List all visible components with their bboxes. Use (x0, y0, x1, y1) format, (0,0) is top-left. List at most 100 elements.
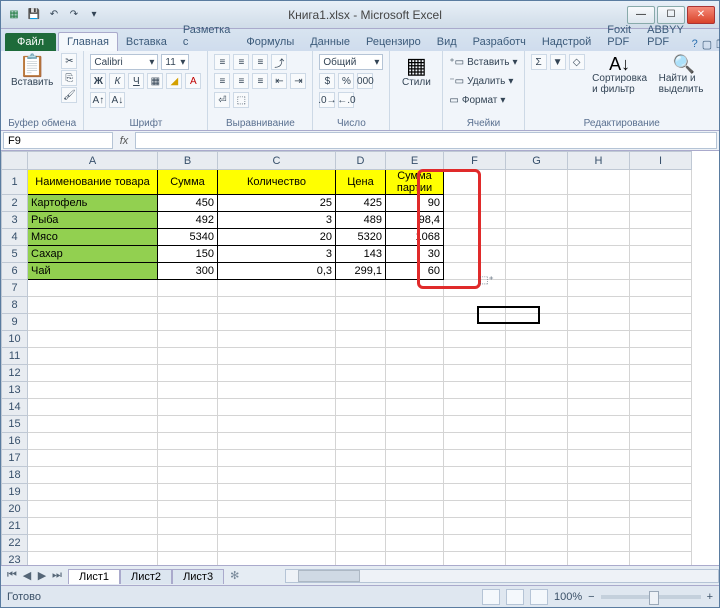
cell-G16[interactable] (506, 433, 568, 450)
cell-I15[interactable] (630, 416, 692, 433)
cell-B9[interactable] (158, 314, 218, 331)
cell-H4[interactable] (568, 229, 630, 246)
cell-A2[interactable]: Картофель (28, 195, 158, 212)
minimize-ribbon-icon[interactable]: ▢ (702, 38, 712, 51)
row-header-3[interactable]: 3 (2, 212, 28, 229)
row-header-7[interactable]: 7 (2, 280, 28, 297)
align-center-icon[interactable]: ≡ (233, 73, 249, 89)
cell-G23[interactable] (506, 552, 568, 566)
delete-cells-button[interactable]: ⁻▭Удалить▾ (449, 72, 517, 90)
cell-F2[interactable] (444, 195, 506, 212)
cell-D15[interactable] (336, 416, 386, 433)
cell-F4[interactable] (444, 229, 506, 246)
align-right-icon[interactable]: ≡ (252, 73, 268, 89)
font-color-icon[interactable]: A (185, 73, 201, 89)
tab-dev[interactable]: Разработч (465, 33, 534, 51)
cell-G21[interactable] (506, 518, 568, 535)
cell-E18[interactable] (386, 467, 444, 484)
cell-D1[interactable]: Цена (336, 170, 386, 195)
styles-button[interactable]: ▦Стили (396, 53, 436, 90)
cell-C13[interactable] (218, 382, 336, 399)
row-header-4[interactable]: 4 (2, 229, 28, 246)
cell-C19[interactable] (218, 484, 336, 501)
formula-input[interactable] (135, 132, 717, 149)
cell-F16[interactable] (444, 433, 506, 450)
cell-H18[interactable] (568, 467, 630, 484)
row-header-6[interactable]: 6 (2, 263, 28, 280)
cell-A19[interactable] (28, 484, 158, 501)
cell-D22[interactable] (336, 535, 386, 552)
border-icon[interactable]: ▦ (147, 73, 163, 89)
cell-B17[interactable] (158, 450, 218, 467)
zoom-out-icon[interactable]: − (588, 591, 594, 603)
cell-D23[interactable] (336, 552, 386, 566)
cell-E22[interactable] (386, 535, 444, 552)
row-header-8[interactable]: 8 (2, 297, 28, 314)
cell-A1[interactable]: Наименование товара (28, 170, 158, 195)
cell-F23[interactable] (444, 552, 506, 566)
cell-H7[interactable] (568, 280, 630, 297)
cell-H21[interactable] (568, 518, 630, 535)
undo-icon[interactable]: ↶ (45, 6, 63, 24)
zoom-slider[interactable] (601, 595, 701, 599)
cell-H13[interactable] (568, 382, 630, 399)
cell-A12[interactable] (28, 365, 158, 382)
sheet-tab-3[interactable]: Лист3 (172, 569, 224, 584)
select-all[interactable] (2, 152, 28, 170)
sheet-nav-last-icon[interactable]: ⏭ (50, 569, 64, 582)
cell-D20[interactable] (336, 501, 386, 518)
cell-C2[interactable]: 25 (218, 195, 336, 212)
horizontal-scrollbar[interactable] (285, 569, 719, 583)
cell-E2[interactable]: 90 (386, 195, 444, 212)
cell-F6[interactable] (444, 263, 506, 280)
cell-B4[interactable]: 5340 (158, 229, 218, 246)
align-left-icon[interactable]: ≡ (214, 73, 230, 89)
cell-F5[interactable] (444, 246, 506, 263)
cell-H10[interactable] (568, 331, 630, 348)
cell-C7[interactable] (218, 280, 336, 297)
cell-A13[interactable] (28, 382, 158, 399)
normal-view-icon[interactable] (482, 589, 500, 605)
cell-F17[interactable] (444, 450, 506, 467)
col-header-E[interactable]: E (386, 152, 444, 170)
zoom-level[interactable]: 100% (554, 591, 582, 603)
cell-B20[interactable] (158, 501, 218, 518)
cell-F21[interactable] (444, 518, 506, 535)
underline-icon[interactable]: Ч (128, 73, 144, 89)
format-painter-icon[interactable]: 🖌 (61, 87, 77, 103)
cell-E5[interactable]: 30 (386, 246, 444, 263)
row-header-23[interactable]: 23 (2, 552, 28, 566)
cell-H20[interactable] (568, 501, 630, 518)
cell-C16[interactable] (218, 433, 336, 450)
cell-C8[interactable] (218, 297, 336, 314)
cell-C22[interactable] (218, 535, 336, 552)
cell-F7[interactable] (444, 280, 506, 297)
tab-review[interactable]: Рецензиро (358, 33, 429, 51)
cell-H22[interactable] (568, 535, 630, 552)
cell-B6[interactable]: 300 (158, 263, 218, 280)
row-header-11[interactable]: 11 (2, 348, 28, 365)
italic-icon[interactable]: К (109, 73, 125, 89)
cell-C18[interactable] (218, 467, 336, 484)
tab-home[interactable]: Главная (58, 32, 118, 51)
row-header-2[interactable]: 2 (2, 195, 28, 212)
cell-I23[interactable] (630, 552, 692, 566)
col-header-D[interactable]: D (336, 152, 386, 170)
cell-H17[interactable] (568, 450, 630, 467)
cell-B15[interactable] (158, 416, 218, 433)
cell-G10[interactable] (506, 331, 568, 348)
cell-E23[interactable] (386, 552, 444, 566)
cell-I6[interactable] (630, 263, 692, 280)
cell-I16[interactable] (630, 433, 692, 450)
cell-C10[interactable] (218, 331, 336, 348)
cell-I12[interactable] (630, 365, 692, 382)
cut-icon[interactable]: ✂ (61, 53, 77, 69)
cell-C17[interactable] (218, 450, 336, 467)
cell-A14[interactable] (28, 399, 158, 416)
cell-B18[interactable] (158, 467, 218, 484)
cell-D12[interactable] (336, 365, 386, 382)
cell-C20[interactable] (218, 501, 336, 518)
cell-A6[interactable]: Чай (28, 263, 158, 280)
page-layout-view-icon[interactable] (506, 589, 524, 605)
cell-E6[interactable]: 60 (386, 263, 444, 280)
